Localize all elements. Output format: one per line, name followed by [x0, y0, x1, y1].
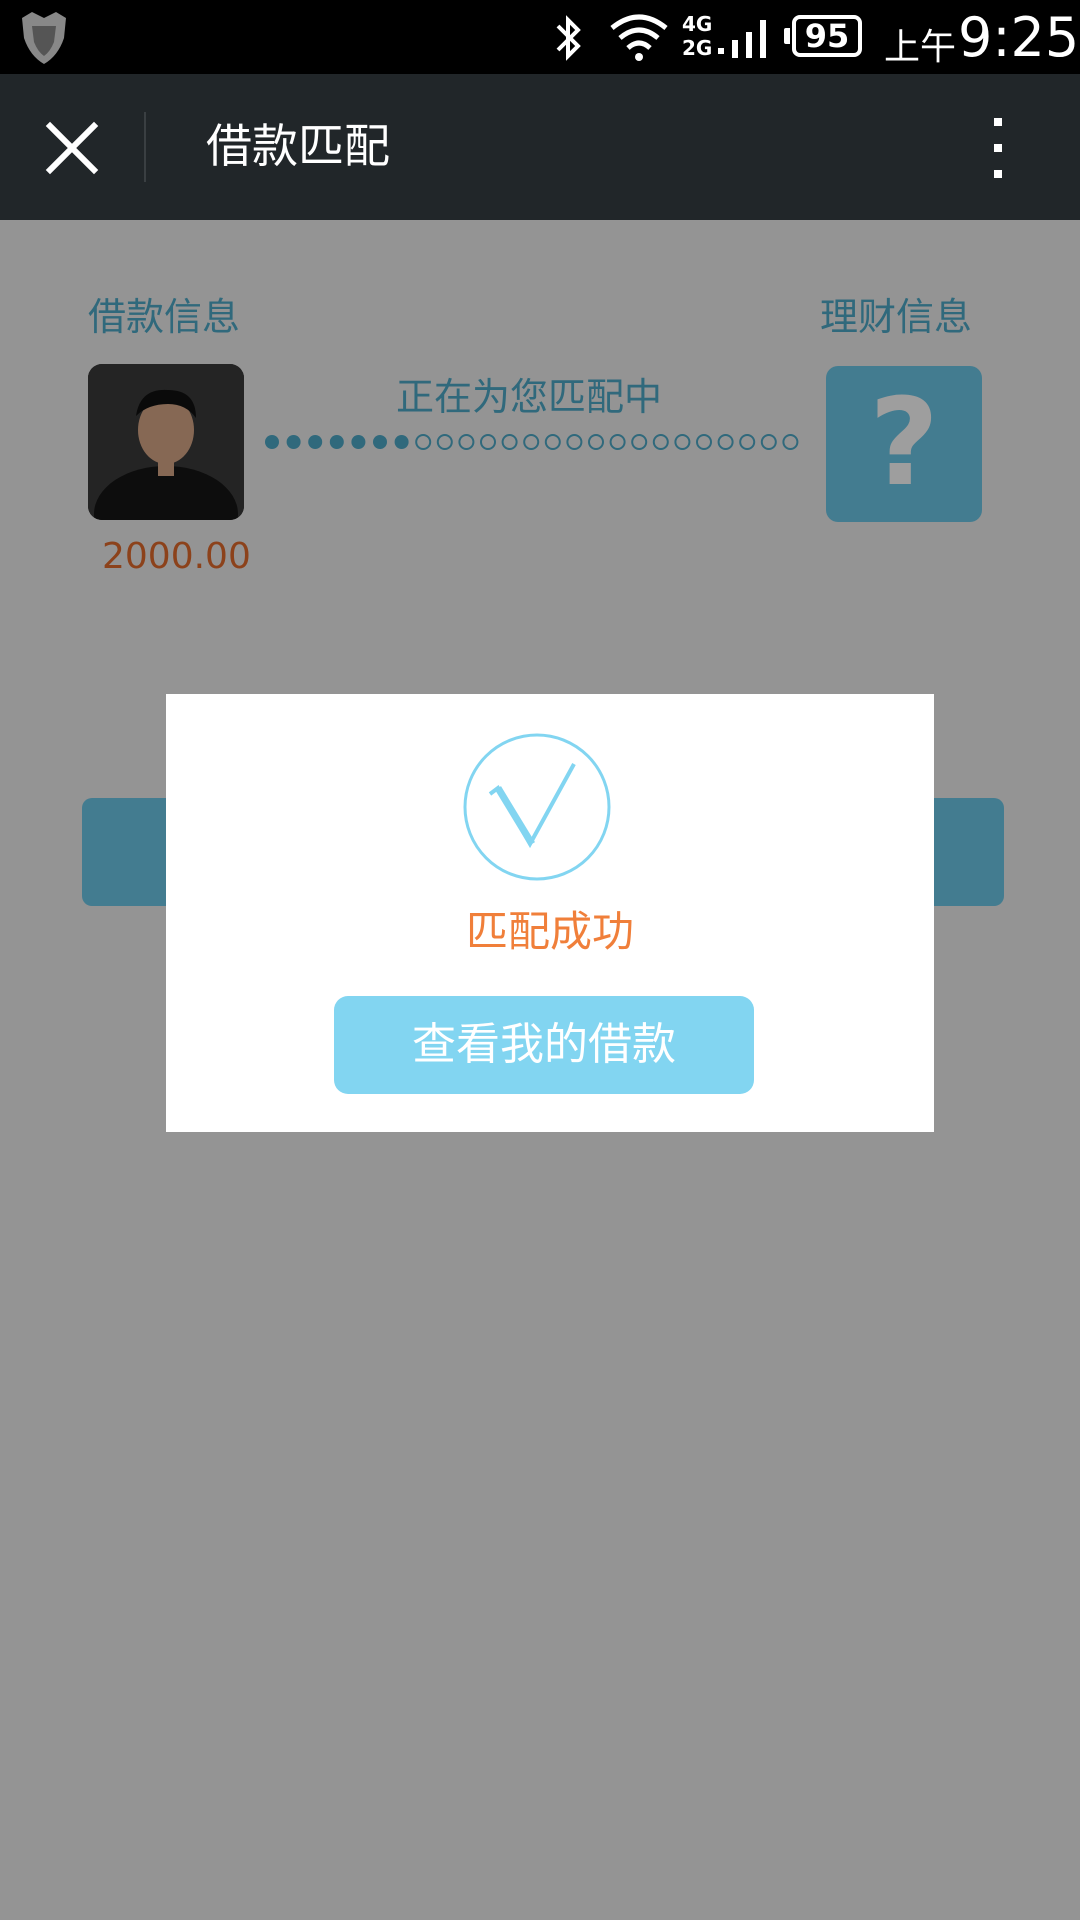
clock-period: 上午 — [884, 27, 957, 68]
view-my-loan-button[interactable]: 查看我的借款 — [334, 996, 754, 1094]
network-label-bottom: 2G — [682, 36, 713, 60]
clock: 9:25 — [958, 6, 1080, 69]
battery-icon: 95 — [792, 15, 862, 57]
more-dot — [994, 144, 1002, 152]
shield-icon — [22, 12, 66, 64]
battery-nub — [784, 28, 790, 44]
signal-icon — [718, 20, 766, 58]
app-bar: 借款匹配 — [0, 74, 1080, 220]
status-bar: 4G 2G 95 上午 9:25 — [0, 0, 1080, 74]
more-dot — [994, 118, 1002, 126]
match-success-dialog: 匹配成功 查看我的借款 — [166, 694, 934, 1132]
checkmark-icon — [463, 733, 611, 881]
page-title: 借款匹配 — [206, 119, 390, 173]
success-text: 匹配成功 — [465, 907, 634, 956]
wifi-icon — [610, 14, 668, 61]
bluetooth-icon — [556, 15, 581, 61]
network-type-indicator: 4G 2G — [682, 12, 714, 60]
more-dot — [994, 170, 1002, 178]
network-label-top: 4G — [682, 12, 713, 36]
more-icon[interactable] — [970, 108, 1026, 190]
appbar-divider — [144, 112, 146, 182]
close-icon[interactable] — [30, 102, 114, 192]
